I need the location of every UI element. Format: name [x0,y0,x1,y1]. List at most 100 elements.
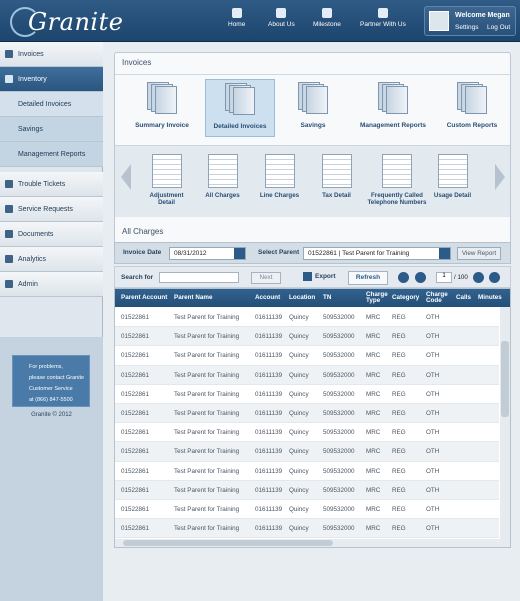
table-row[interactable]: 01522861 Test Parent for Training 01611139… [115,346,499,366]
page-count: / 100 [454,274,468,281]
sidebar-item-service-requests[interactable]: Service Requests [0,197,103,222]
refresh-button[interactable]: Refresh [348,271,388,285]
horizontal-scrollbar[interactable] [115,539,510,547]
nav-milestone[interactable]: Milestone [313,8,341,28]
panel-title: Invoices [122,58,152,67]
sidebar-item-trouble-tickets[interactable]: Trouble Tickets [0,172,103,197]
category-custom-reports[interactable]: Custom Reports [437,79,507,137]
page-number-input[interactable]: 1 [436,272,452,283]
table-cell: 01522861 [121,467,150,475]
sidebar-item-inventory[interactable]: Inventory [0,67,103,92]
table-cell: 01522861 [121,352,150,360]
report-adjustment-detail[interactable]: Adjustment Detail [139,154,194,206]
table-cell: OTH [426,390,440,398]
category-savings[interactable]: Savings [278,79,348,137]
col-parent-name[interactable]: Parent Name [174,289,252,307]
category-detailed-invoices[interactable]: Detailed Invoices [205,79,275,137]
previous-page-icon[interactable] [415,272,426,283]
table-cell: 01522861 [121,314,150,321]
table-row[interactable]: 01522861 Test Parent for Training 01611139… [115,308,499,328]
category-label: Detailed Invoices [213,123,267,130]
table-cell: Quincy [289,525,309,533]
col-tn[interactable]: TN [323,289,359,307]
table-cell: 01522861 [121,410,150,417]
table-cell: Quincy [289,448,309,456]
sidebar-item-invoices[interactable]: Invoices [0,42,103,67]
granite-logo[interactable]: Granite [8,4,123,38]
table-row[interactable]: 01522861 Test Parent for Training 01611139… [115,404,499,424]
table-row[interactable]: 01522861 Test Parent for Training 01611139… [115,480,499,500]
last-page-icon[interactable] [489,272,500,283]
scroll-thumb[interactable] [123,540,333,546]
vertical-scrollbar[interactable] [500,307,510,539]
col-charge-type[interactable]: Charge Type [366,289,390,307]
parent-select[interactable]: 01522861 | Test Parent for Training [303,247,451,260]
table-row[interactable]: 01522861 Test Parent for Training 01611139… [115,519,499,539]
warning-icon [5,180,13,188]
col-charge-code[interactable]: Charge Code [426,289,450,307]
report-label: All Charges [205,192,240,199]
scroll-left-arrow-icon[interactable] [121,164,131,190]
report-tax-detail[interactable]: Tax Detail [309,154,364,199]
table-cell: MRC [366,467,381,475]
report-usage-detail[interactable]: Usage Detail [425,154,480,199]
export-button[interactable]: Export [303,272,336,281]
report-line-charges[interactable]: Line Charges [252,154,307,199]
settings-link[interactable]: Settings [455,24,479,31]
table-cell: 01611139 [255,352,283,360]
nav-home[interactable]: Home [228,8,245,28]
scroll-right-arrow-icon[interactable] [495,164,505,190]
table-cell: OTH [426,525,440,533]
category-management-reports[interactable]: Management Reports [358,79,428,137]
invoice-date-select[interactable]: 08/31/2012 [169,247,246,260]
table-row[interactable]: 01522861 Test Parent for Training 01611139… [115,500,499,520]
report-all-charges[interactable]: All Charges [195,154,250,199]
col-minutes[interactable]: Minutes [478,289,508,307]
sidebar-item-label: Service Requests [18,206,73,213]
avatar[interactable] [429,11,449,31]
sidebar-item-detailed-invoices[interactable]: Detailed Invoices [0,92,103,117]
table-cell: 01522861 [121,429,150,437]
view-report-button[interactable]: View Report [457,247,501,260]
sidebar-item-label: Savings [18,126,43,133]
nav-partner[interactable]: Partner With Us [360,8,406,28]
logout-link[interactable]: Log Out [487,24,510,31]
app-window: Granite Home About Us Milestone Partner … [0,0,520,601]
table-row[interactable]: 01522861 Test Parent for Training 01611139… [115,462,499,481]
category-summary-invoice[interactable]: Summary Invoice [127,79,197,137]
table-row[interactable]: 01522861 Test Parent for Training 01611139… [115,442,499,462]
filter-bar: Invoice Date 08/31/2012 Select Parent 01… [114,242,511,264]
handshake-icon [377,8,388,18]
table-row[interactable]: 01522861 Test Parent for Training 01611139… [115,423,499,443]
table-cell: Quincy [289,429,309,437]
sidebar: Invoices Inventory Detailed Invoices Sav… [0,42,103,601]
sidebar-item-savings[interactable]: Savings [0,117,103,142]
report-frequently-called[interactable]: Frequently Called Telephone Numbers [365,154,429,206]
table-row[interactable]: 01522861 Test Parent for Training 01611139… [115,327,499,347]
col-category[interactable]: Category [392,289,426,307]
table-cell: 509532000 [323,486,355,494]
col-calls[interactable]: Calls [456,289,476,307]
col-location[interactable]: Location [289,289,321,307]
table-row[interactable]: 01522861 Test Parent for Training 01611139… [115,365,499,385]
folder-icon [5,230,13,238]
table-cell: MRC [366,410,381,417]
table-row[interactable]: 01522861 Test Parent for Training 01611139… [115,385,499,404]
table-cell: 509532000 [323,390,355,398]
first-page-icon[interactable] [398,272,409,283]
col-parent-account[interactable]: Parent Account [121,289,173,307]
next-page-icon[interactable] [473,272,484,283]
search-input[interactable] [159,272,239,283]
scroll-thumb[interactable] [501,341,509,417]
nav-about-us[interactable]: About Us [268,8,295,28]
sidebar-item-analytics[interactable]: Analytics [0,247,103,272]
col-account[interactable]: Account [255,289,287,307]
chevron-down-icon [439,248,450,259]
sidebar-item-admin[interactable]: Admin [0,272,103,297]
report-label: Usage Detail [433,192,472,199]
next-button[interactable]: Next [251,272,281,284]
sidebar-item-label: Documents [18,231,54,238]
sidebar-item-management-reports[interactable]: Management Reports [0,142,103,167]
table-cell: REG [392,390,406,398]
sidebar-item-documents[interactable]: Documents [0,222,103,247]
